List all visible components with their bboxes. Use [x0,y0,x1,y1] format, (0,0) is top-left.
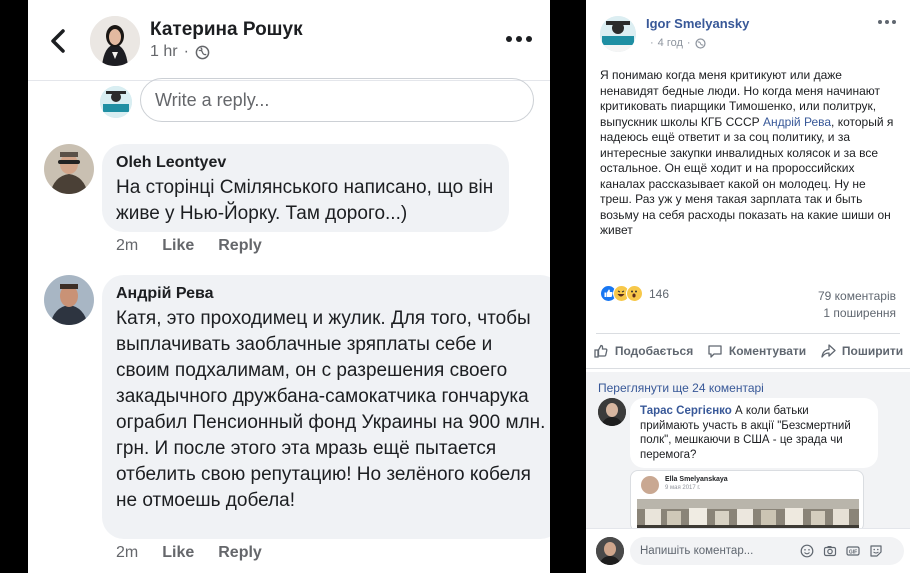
divider [586,368,910,369]
like-button[interactable]: Подобається [593,343,693,359]
comment-text: На сторінці Смілянського написано, що ві… [116,177,494,224]
gif-icon[interactable]: GIF [846,544,860,558]
poster-name[interactable]: Катерина Рошук [150,19,303,41]
thumbs-up-icon [594,344,608,358]
comments-count[interactable]: 79 коментарів [818,289,896,303]
desktop-post-screenshot: Igor Smelyansky · 4 год · Я понимаю когд… [586,0,910,573]
wow-reaction-icon [626,285,643,302]
more-options-icon[interactable] [506,32,532,46]
comment-time[interactable]: 2m [116,544,138,562]
reply-button[interactable]: Reply [218,544,262,562]
post-time[interactable]: 1 hr [150,43,178,61]
comment-icon [708,345,722,358]
comment-actions: 2m Like Reply [116,237,262,255]
share-icon [821,344,836,358]
camera-icon[interactable] [823,544,837,558]
more-options-icon[interactable] [878,20,896,24]
post-header: Катерина Рошук 1 hr · [28,0,550,82]
sticker-icon[interactable] [869,544,883,558]
back-arrow-icon[interactable] [46,26,70,56]
comment-composer: Напишіть коментар... GIF [586,528,910,573]
emoji-icon[interactable] [800,544,814,558]
mention-link[interactable]: Андрій Рева [763,115,831,129]
comment-text: Катя, это проходимец и жулик. Для того, … [116,308,546,511]
reply-input[interactable]: Write a reply... [140,78,534,122]
comment-button[interactable]: Коментувати [707,343,806,359]
like-button[interactable]: Like [162,237,194,255]
reactions-summary[interactable]: 146 [600,285,669,302]
avatar[interactable] [90,16,140,66]
view-more-comments-link[interactable]: Переглянути ще 24 коментарі [598,381,764,395]
svg-text:GIF: GIF [849,549,857,555]
reply-placeholder: Write a reply... [155,89,270,110]
post-meta: 1 hr · [150,43,210,61]
post-text: Я понимаю когда меня критикуют или даже … [600,68,894,237]
author-avatar[interactable] [600,16,636,52]
reaction-count: 146 [649,286,670,301]
post-time[interactable]: 4 год [658,37,683,49]
attachment-author: Ella Smelyanskaya [665,476,728,483]
viewer-avatar [596,537,624,565]
comment-bubble: Oleh Leontyev На сторінці Смілянського н… [102,144,509,232]
commenter-avatar[interactable] [598,398,626,426]
comment-author[interactable]: Тарас Сергієнко [640,405,732,417]
commenter-avatar[interactable] [44,144,94,194]
comment-placeholder: Напишіть коментар... [640,545,754,557]
reply-button[interactable]: Reply [218,237,262,255]
composer-icons: GIF [800,544,883,558]
comment-actions: 2m Like Reply [116,544,262,562]
globe-icon [195,45,210,59]
attachment-avatar [641,476,659,494]
mobile-comments-screenshot: Катерина Рошук 1 hr · Write a reply... O… [28,0,550,573]
comment-author[interactable]: Oleh Leontyev [116,154,495,172]
comment-attachment-image[interactable]: Ella Smelyanskaya 9 мая 2017 г. [630,470,864,532]
comment-bubble: Андрій Рева Катя, это проходимец и жулик… [102,275,550,539]
globe-icon [695,37,706,49]
comment-author[interactable]: Андрій Рева [116,285,548,303]
reply-avatar [100,86,132,118]
comment-bubble: Тарас Сергієнко А коли батьки приймають … [630,398,878,468]
shares-count[interactable]: 1 поширення [823,306,896,320]
commenter-avatar[interactable] [44,275,94,325]
divider [596,333,900,334]
share-button[interactable]: Поширити [820,343,903,359]
post-action-bar: Подобається Коментувати Поширити [586,338,910,364]
comment-time[interactable]: 2m [116,237,138,255]
attachment-date: 9 мая 2017 г. [665,485,701,491]
like-button[interactable]: Like [162,544,194,562]
post-author-name[interactable]: Igor Smelyansky [646,16,749,31]
post-meta: · 4 год · [650,37,706,49]
